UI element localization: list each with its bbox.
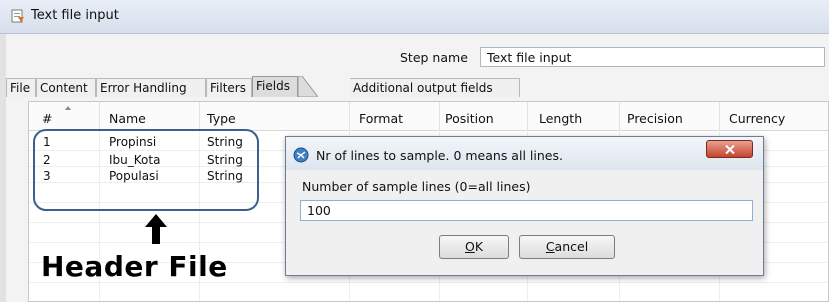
column-header-format[interactable]: Format <box>359 111 403 126</box>
tab-fields[interactable]: Fields <box>252 76 298 97</box>
close-icon <box>725 145 735 154</box>
text-file-input-icon <box>11 9 24 23</box>
tab-additional-output-fields[interactable]: Additional output fields <box>350 78 520 97</box>
spoon-icon <box>293 147 309 163</box>
column-header-name[interactable]: Name <box>109 111 146 126</box>
table-header: # Name Type Format Position Length Preci… <box>29 102 828 131</box>
column-header-precision[interactable]: Precision <box>627 111 683 126</box>
header-file-annotation: Header File <box>41 250 228 283</box>
step-name-input[interactable]: Text file input <box>480 47 825 67</box>
tab-fields-edge <box>298 76 318 97</box>
sample-lines-label: Number of sample lines (0=all lines) <box>302 179 531 194</box>
tab-file[interactable]: File <box>6 78 36 97</box>
column-header-currency[interactable]: Currency <box>729 111 785 126</box>
column-header-num[interactable]: # <box>42 111 52 126</box>
step-name-label: Step name <box>400 50 468 65</box>
dialog-title: Nr of lines to sample. 0 means all lines… <box>316 148 563 163</box>
sample-lines-dialog: Nr of lines to sample. 0 means all lines… <box>285 136 764 276</box>
header-highlight-box <box>33 129 259 211</box>
ok-button[interactable]: OK <box>439 235 509 259</box>
tab-error-handling[interactable]: Error Handling <box>96 78 206 97</box>
tab-filters[interactable]: Filters <box>206 78 252 97</box>
close-button[interactable] <box>706 140 753 158</box>
column-header-length[interactable]: Length <box>539 111 582 126</box>
column-header-position[interactable]: Position <box>445 111 494 126</box>
title-bar: Text file input <box>0 0 829 34</box>
dialog-title-bar: Nr of lines to sample. 0 means all lines… <box>286 137 763 170</box>
tab-content[interactable]: Content <box>36 78 96 97</box>
up-arrow-icon <box>145 214 167 244</box>
column-header-type[interactable]: Type <box>207 111 236 126</box>
sample-lines-input[interactable]: 100 <box>300 200 753 221</box>
cancel-button[interactable]: Cancel <box>519 235 615 259</box>
text-file-input-window: Text file input Step name Text file inpu… <box>0 0 829 302</box>
left-edge <box>0 34 6 302</box>
sort-ascending-icon <box>65 106 71 110</box>
window-title: Text file input <box>31 8 119 23</box>
